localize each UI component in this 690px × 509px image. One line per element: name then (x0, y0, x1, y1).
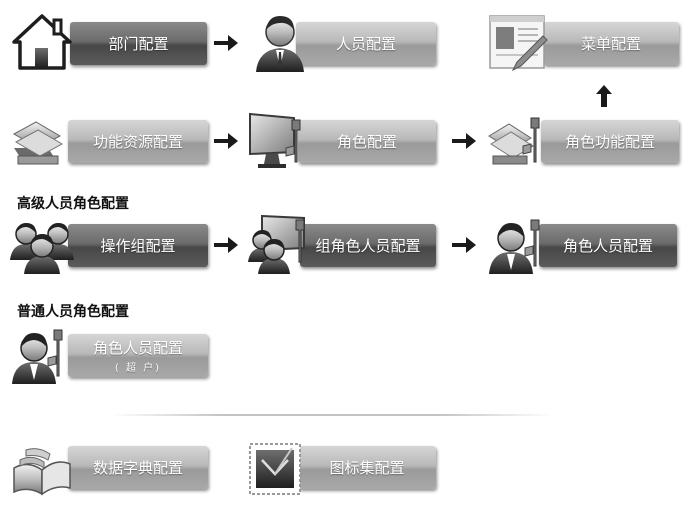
role-person-super-config-button[interactable]: 角色人员配置 ( 超 户) (68, 334, 208, 377)
role-person-config-tile[interactable]: 角色人员配置 (487, 212, 677, 276)
section-title-advanced: 高级人员角色配置 (17, 196, 129, 212)
icon-set-config-label: 图标集配置 (329, 459, 405, 477)
role-config-label: 角色配置 (336, 133, 397, 151)
group-role-person-config-label: 组角色人员配置 (315, 237, 421, 255)
arrow-right-icon (214, 133, 238, 149)
section-title-normal: 普通人员角色配置 (17, 304, 129, 320)
dept-config-button[interactable]: 部门配置 (70, 22, 207, 65)
monitor-tools-icon (249, 112, 301, 168)
group-role-person-config-button[interactable]: 组角色人员配置 (300, 224, 436, 267)
person-config-tile[interactable]: 人员配置 (248, 10, 438, 74)
func-resource-config-label: 功能资源配置 (92, 133, 183, 151)
icon-set-config-button[interactable]: 图标集配置 (298, 446, 436, 489)
arrow-right-icon (214, 237, 238, 253)
open-book-icon (13, 448, 71, 496)
person-tools-icon (12, 329, 63, 384)
section-divider (110, 414, 552, 416)
role-func-config-tile[interactable]: 角色功能配置 (487, 108, 687, 172)
person-icon (256, 16, 304, 72)
dept-config-label: 部门配置 (108, 35, 169, 53)
folders-tools-icon (488, 117, 540, 165)
op-group-config-tile[interactable]: 操作组配置 (10, 212, 208, 276)
menu-config-label: 菜单配置 (580, 35, 641, 53)
group-role-person-config-tile[interactable]: 组角色人员配置 (248, 212, 438, 276)
role-person-super-config-label: 角色人员配置 (92, 339, 183, 357)
person-config-label: 人员配置 (335, 35, 396, 53)
folders-icon (12, 121, 64, 165)
role-person-config-label: 角色人员配置 (562, 237, 653, 255)
role-config-button[interactable]: 角色配置 (298, 120, 436, 163)
group-monitor-icon (248, 214, 305, 274)
func-resource-config-button[interactable]: 功能资源配置 (68, 120, 208, 163)
stamp-icon (249, 443, 301, 495)
role-person-super-config-tile[interactable]: 角色人员配置 ( 超 户) (10, 322, 208, 386)
icon-set-config-tile[interactable]: 图标集配置 (248, 434, 438, 498)
house-icon (12, 14, 72, 70)
arrow-up-icon (596, 85, 612, 107)
arrow-right-icon (452, 133, 476, 149)
document-pen-icon (489, 15, 548, 72)
role-person-config-button[interactable]: 角色人员配置 (539, 224, 677, 267)
role-func-config-label: 角色功能配置 (564, 133, 655, 151)
arrow-right-icon (452, 237, 476, 253)
dictionary-config-label: 数据字典配置 (92, 459, 183, 477)
op-group-config-label: 操作组配置 (100, 237, 176, 255)
role-func-config-button[interactable]: 角色功能配置 (541, 120, 679, 163)
person-config-button[interactable]: 人员配置 (296, 22, 436, 65)
menu-config-tile[interactable]: 菜单配置 (487, 10, 679, 74)
group-icon (10, 223, 74, 274)
arrow-right-icon (214, 35, 238, 51)
role-config-tile[interactable]: 角色配置 (248, 108, 438, 172)
op-group-config-button[interactable]: 操作组配置 (68, 224, 208, 267)
person-tools-icon (489, 219, 540, 274)
dept-config-tile[interactable]: 部门配置 (10, 10, 207, 74)
role-person-super-sub-label: ( 超 户) (114, 363, 162, 374)
menu-config-button[interactable]: 菜单配置 (543, 22, 679, 65)
dictionary-config-button[interactable]: 数据字典配置 (68, 446, 208, 489)
func-resource-config-tile[interactable]: 功能资源配置 (10, 108, 208, 172)
dictionary-config-tile[interactable]: 数据字典配置 (10, 434, 208, 498)
